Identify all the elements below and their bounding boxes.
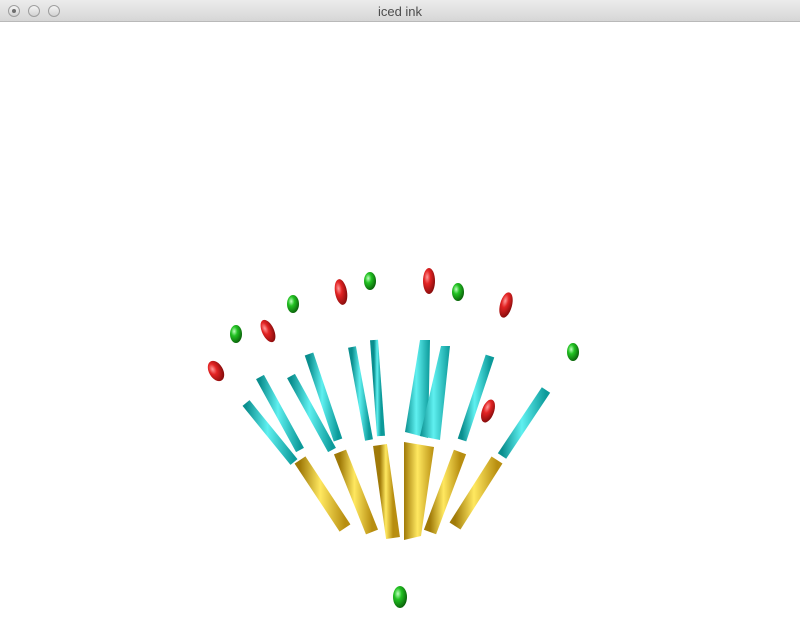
red-ellipsoid <box>334 279 348 305</box>
gold-rod <box>373 444 400 539</box>
gl-canvas[interactable] <box>0 22 800 622</box>
green-ellipsoid <box>287 295 299 313</box>
cyan-rod <box>457 354 495 442</box>
app-window: iced ink <box>0 0 800 622</box>
window-title: iced ink <box>377 4 423 19</box>
gold-rod <box>449 456 503 530</box>
green-ellipsoids <box>230 272 579 608</box>
green-ellipsoid <box>452 283 464 301</box>
title-bar[interactable]: iced ink <box>0 0 800 22</box>
red-ellipsoid <box>481 399 495 423</box>
red-ellipsoid <box>499 292 513 318</box>
green-ellipsoid <box>567 343 579 361</box>
gold-rods <box>294 442 503 540</box>
cyan-rod <box>497 387 551 459</box>
green-ellipsoid <box>230 325 242 343</box>
green-ellipsoid <box>364 272 376 290</box>
cyan-rods <box>242 339 551 465</box>
red-ellipsoid <box>207 360 225 382</box>
cyan-rod <box>370 339 385 437</box>
gold-rod <box>294 456 351 532</box>
green-ellipsoid <box>393 586 407 608</box>
red-ellipsoid <box>260 319 276 343</box>
cyan-rod <box>348 346 373 441</box>
red-ellipsoid <box>423 268 435 294</box>
